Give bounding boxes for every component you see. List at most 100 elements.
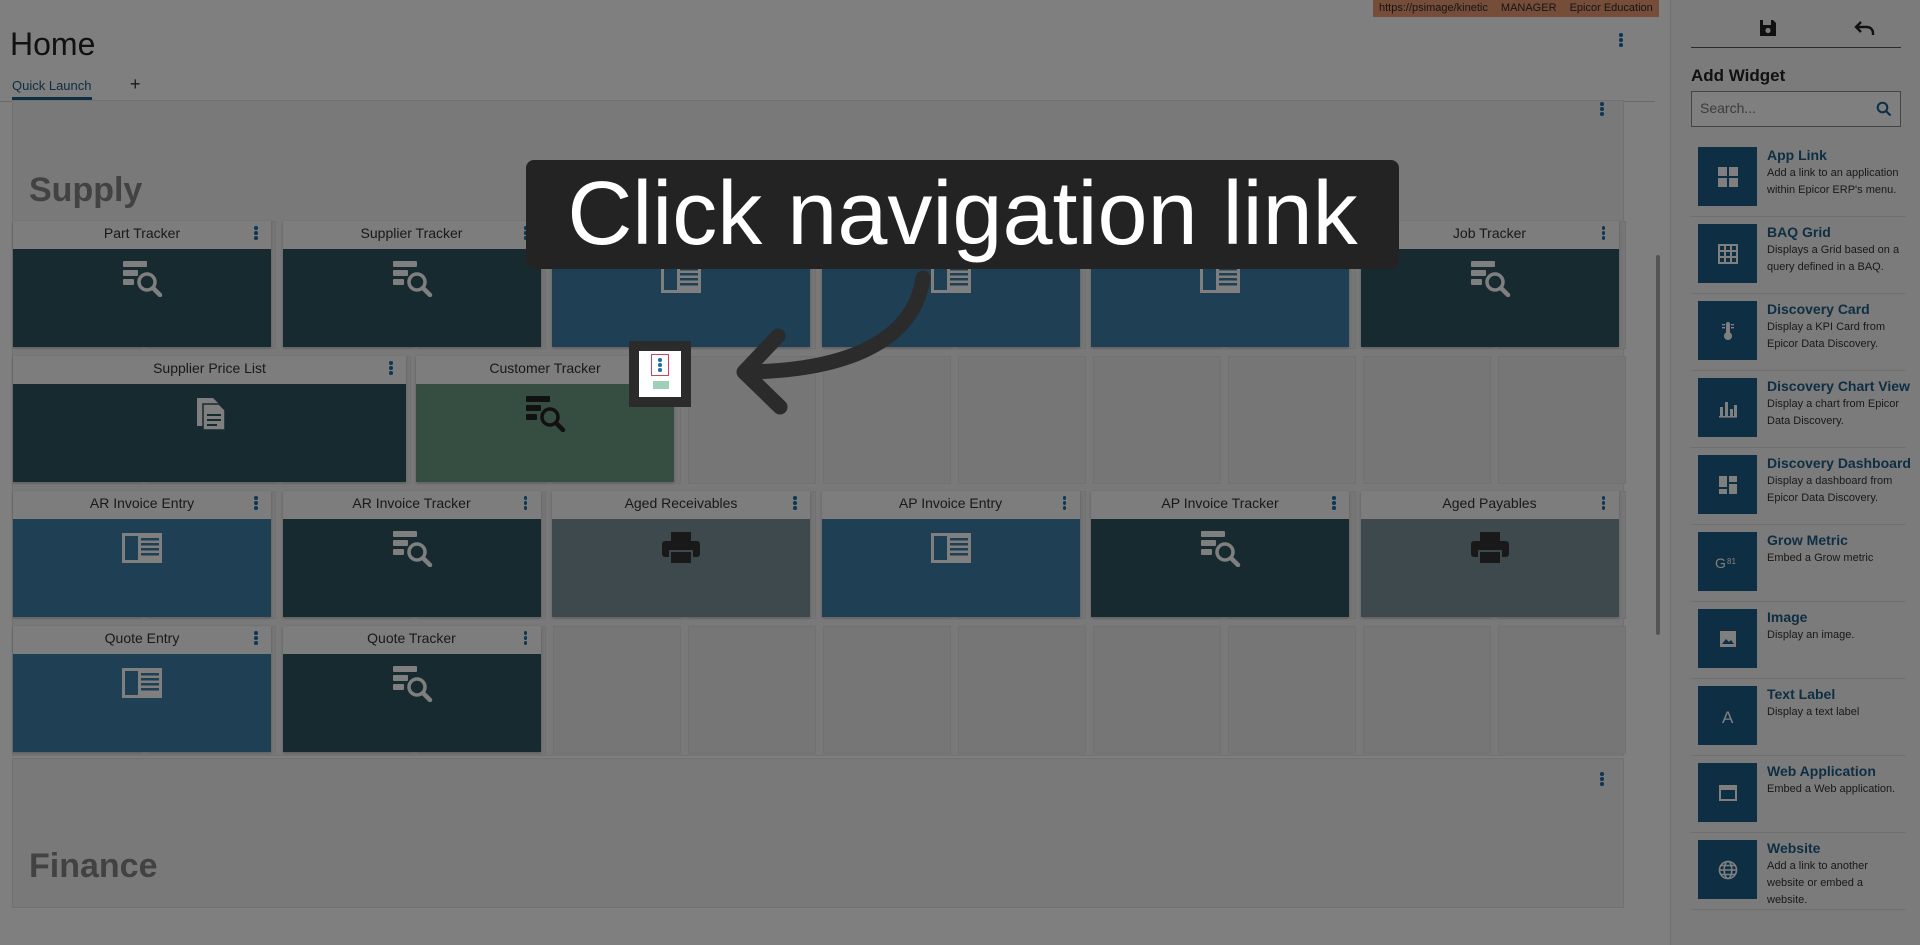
widget-tile[interactable] xyxy=(282,654,541,752)
widget-tile[interactable] xyxy=(1360,519,1619,617)
widget-type-discovery-card[interactable]: Discovery Card Display a KPI Card from Ep… xyxy=(1691,294,1906,371)
widget-tile[interactable] xyxy=(13,384,406,482)
widget-menu-icon[interactable] xyxy=(521,495,531,511)
widget-tile[interactable] xyxy=(1091,519,1349,617)
widget-type-image[interactable]: Image Display an image. xyxy=(1691,602,1906,679)
widget-tile[interactable] xyxy=(282,519,541,617)
page-overflow-menu-icon[interactable] xyxy=(1616,32,1626,48)
widget-title: Job Tracker xyxy=(1452,225,1527,241)
widget-menu-icon[interactable] xyxy=(1060,495,1070,511)
widget-title: AP Invoice Entry xyxy=(898,495,1003,511)
widget-type-text-label[interactable]: A Text Label Display a text label xyxy=(1691,679,1906,756)
widget-tile[interactable] xyxy=(13,654,271,752)
svg-text:G: G xyxy=(1715,555,1726,571)
widget-title: AP Invoice Tracker xyxy=(1161,495,1279,511)
widget-menu-icon[interactable] xyxy=(251,495,261,511)
widget-tile[interactable] xyxy=(552,519,810,617)
widget-title: Aged Receivables xyxy=(624,495,738,511)
widget-tile[interactable] xyxy=(13,519,271,617)
widget-quote-entry[interactable]: Quote Entry xyxy=(13,626,271,752)
widget-ar-invoice-entry[interactable]: AR Invoice Entry xyxy=(13,491,271,617)
widget-ap-invoice-entry[interactable]: AP Invoice Entry xyxy=(821,491,1080,617)
grid-icon xyxy=(1698,224,1757,283)
panel-toolbar xyxy=(1691,14,1901,48)
grid-cell xyxy=(823,626,951,754)
widget-type-description: Display a KPI Card from Epicor Data Disc… xyxy=(1767,321,1885,350)
add-widget-heading: Add Widget xyxy=(1691,66,1786,85)
widget-menu-icon[interactable] xyxy=(1599,495,1609,511)
highlighted-widget-menu[interactable] xyxy=(629,341,691,407)
widget-type-web-application[interactable]: Web Application Embed a Web application. xyxy=(1691,756,1906,833)
widget-job-tracker[interactable]: Job Tracker xyxy=(1360,221,1619,347)
environment-company: Epicor Education xyxy=(1569,2,1653,14)
widget-type-name[interactable]: BAQ Grid xyxy=(1767,224,1831,240)
add-tab-button[interactable]: + xyxy=(130,74,141,95)
section-finance: Finance xyxy=(12,758,1624,908)
section-finance-menu-icon[interactable] xyxy=(1597,771,1607,787)
entry-form-icon xyxy=(121,664,163,707)
widget-type-list: App Link Add a link to an application wit… xyxy=(1691,140,1911,910)
widget-type-name[interactable]: Discovery Dashboard xyxy=(1767,455,1911,471)
widget-menu-icon[interactable] xyxy=(521,630,531,646)
widget-type-name[interactable]: Image xyxy=(1767,609,1807,625)
tab-quick-launch[interactable]: Quick Launch xyxy=(12,78,92,100)
widget-type-description: Embed a Web application. xyxy=(1767,783,1896,795)
widget-type-discovery-chart-view[interactable]: Discovery Chart View Display a chart from… xyxy=(1691,371,1910,448)
widget-menu-icon[interactable] xyxy=(790,495,800,511)
grid-cell xyxy=(1093,356,1221,484)
widget-type-name[interactable]: Discovery Chart View xyxy=(1767,378,1910,394)
widget-title: Aged Payables xyxy=(1442,495,1537,511)
widget-menu-icon[interactable] xyxy=(1329,495,1339,511)
vertical-scrollbar[interactable] xyxy=(1656,255,1660,635)
widget-menu-icon[interactable] xyxy=(251,225,261,241)
tracker-icon xyxy=(391,664,433,707)
tracker-icon xyxy=(121,259,163,302)
widget-search-input[interactable] xyxy=(1700,100,1865,116)
widget-part-tracker[interactable]: Part Tracker xyxy=(13,221,271,347)
widget-menu-icon[interactable] xyxy=(1599,225,1609,241)
undo-icon[interactable] xyxy=(1853,18,1877,43)
widget-type-description: Display a text label xyxy=(1767,706,1860,718)
widget-type-website[interactable]: Website Add a link to another website or … xyxy=(1691,833,1906,910)
tracker-icon xyxy=(1469,259,1511,302)
save-icon[interactable] xyxy=(1758,18,1778,43)
widget-menu-icon[interactable] xyxy=(386,360,396,376)
widget-type-grow-metric[interactable]: G 81 Grow Metric Embed a Grow metric xyxy=(1691,525,1906,602)
widget-menu-icon[interactable] xyxy=(251,630,261,646)
widget-type-description: Add a link to another website or embed a… xyxy=(1767,860,1868,906)
environment-user: MANAGER xyxy=(1500,2,1557,14)
documents-icon xyxy=(189,394,231,437)
widget-supplier-price-list[interactable]: Supplier Price List xyxy=(13,356,406,482)
widget-tile[interactable] xyxy=(13,249,271,347)
widget-tile[interactable] xyxy=(1360,249,1619,347)
widget-title: Part Tracker xyxy=(103,225,181,241)
widget-type-description: Display a chart from Epicor Data Discove… xyxy=(1767,398,1900,427)
widget-ar-invoice-tracker[interactable]: AR Invoice Tracker xyxy=(282,491,541,617)
widget-type-baq-grid[interactable]: BAQ Grid Displays a Grid based on a query… xyxy=(1691,217,1906,294)
widget-aged-receivables[interactable]: Aged Receivables xyxy=(552,491,810,617)
widget-type-name[interactable]: Grow Metric xyxy=(1767,532,1848,548)
widget-type-name[interactable]: Text Label xyxy=(1767,686,1835,702)
widget-aged-payables[interactable]: Aged Payables xyxy=(1360,491,1619,617)
widget-type-name[interactable]: App Link xyxy=(1767,147,1827,163)
bar-chart-icon xyxy=(1698,378,1757,437)
search-icon[interactable] xyxy=(1876,101,1892,122)
grid-cell xyxy=(553,626,681,754)
widget-type-app-link[interactable]: App Link Add a link to an application wit… xyxy=(1691,140,1906,217)
widget-supplier-tracker[interactable]: Supplier Tracker xyxy=(282,221,541,347)
widget-title: AR Invoice Entry xyxy=(89,495,195,511)
widget-type-discovery-dashboard[interactable]: Discovery Dashboard Display a dashboard f… xyxy=(1691,448,1911,525)
widget-ap-invoice-tracker[interactable]: AP Invoice Tracker xyxy=(1091,491,1349,617)
widget-type-name[interactable]: Web Application xyxy=(1767,763,1876,779)
widget-type-description: Display an image. xyxy=(1767,629,1855,641)
customer-tracker-menu-icon[interactable] xyxy=(655,357,665,373)
widget-type-name[interactable]: Discovery Card xyxy=(1767,301,1870,317)
widget-title: Supplier Tracker xyxy=(360,225,463,241)
section-supply-menu-icon[interactable] xyxy=(1597,101,1607,117)
home-page: https://psimage/kinetic MANAGER Epicor E… xyxy=(0,0,1670,945)
widget-tile[interactable] xyxy=(282,249,541,347)
widget-tile[interactable] xyxy=(821,519,1080,617)
tutorial-caption: Click navigation link xyxy=(526,160,1399,269)
widget-quote-tracker[interactable]: Quote Tracker xyxy=(282,626,541,752)
widget-type-name[interactable]: Website xyxy=(1767,840,1820,856)
